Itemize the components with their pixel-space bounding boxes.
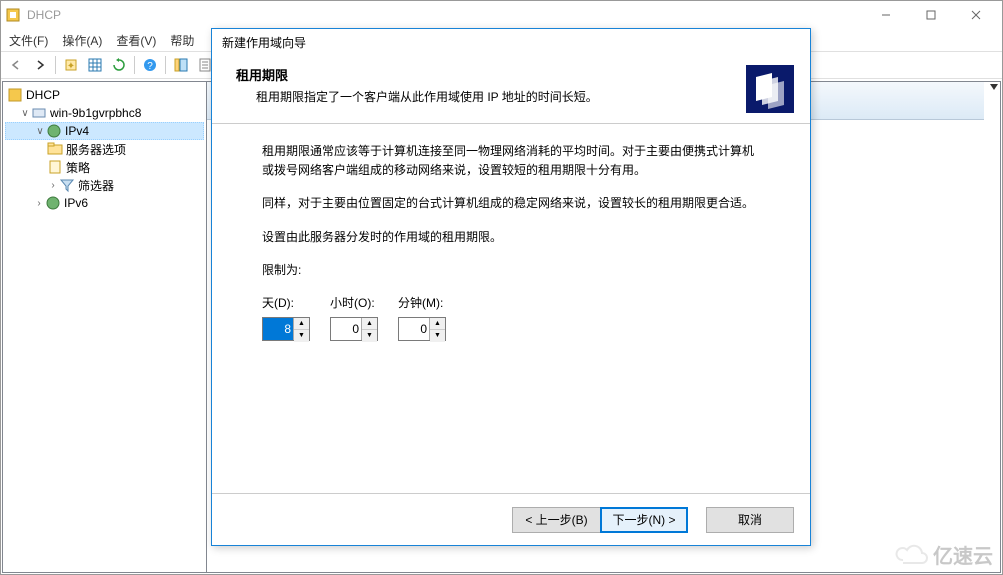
nav-forward-icon[interactable] bbox=[29, 54, 51, 76]
cancel-button[interactable]: 取消 bbox=[706, 507, 794, 533]
wizard-titlebar[interactable]: 新建作用域向导 bbox=[212, 29, 810, 55]
expand-icon[interactable]: › bbox=[47, 180, 59, 191]
toolbar-refresh-icon[interactable] bbox=[108, 54, 130, 76]
server-icon bbox=[31, 105, 47, 121]
collapse-icon[interactable]: ∨ bbox=[34, 126, 46, 137]
spin-down-icon[interactable]: ▼ bbox=[362, 330, 377, 341]
toolbar-grid-icon[interactable] bbox=[84, 54, 106, 76]
tree-ipv4-label: IPv4 bbox=[65, 124, 89, 138]
watermark: 亿速云 bbox=[895, 540, 993, 569]
new-scope-wizard-dialog: 新建作用域向导 租用期限 租用期限指定了一个客户端从此作用域使用 IP 地址的时… bbox=[211, 28, 811, 546]
tree-ipv6[interactable]: › IPv6 bbox=[5, 194, 204, 212]
window-controls bbox=[863, 1, 998, 29]
close-button[interactable] bbox=[953, 1, 998, 29]
tree-policy[interactable]: 策略 bbox=[5, 158, 204, 176]
tree-server-label: win-9b1gvrpbhc8 bbox=[50, 106, 141, 120]
toolbar-layout-icon[interactable] bbox=[170, 54, 192, 76]
svg-text:✦: ✦ bbox=[67, 61, 75, 72]
days-label: 天(D): bbox=[262, 294, 310, 313]
tree-server-options-label: 服务器选项 bbox=[66, 141, 126, 158]
tree-filter[interactable]: › 筛选器 bbox=[5, 176, 204, 194]
dhcp-app-icon bbox=[5, 7, 21, 23]
wizard-footer: < 上一步(B) 下一步(N) > 取消 bbox=[212, 493, 810, 545]
wizard-header-desc: 租用期限指定了一个客户端从此作用域使用 IP 地址的时间长短。 bbox=[236, 88, 746, 105]
toolbar-help-icon[interactable]: ? bbox=[139, 54, 161, 76]
next-button[interactable]: 下一步(N) > bbox=[600, 507, 688, 533]
menu-view[interactable]: 查看(V) bbox=[116, 32, 156, 49]
tree-ipv4[interactable]: ∨ IPv4 bbox=[5, 122, 204, 140]
menu-action[interactable]: 操作(A) bbox=[62, 32, 102, 49]
minutes-spinner[interactable]: ▲ ▼ bbox=[398, 317, 446, 341]
expand-icon[interactable]: › bbox=[33, 198, 45, 209]
tree-server-options[interactable]: 服务器选项 bbox=[5, 140, 204, 158]
policy-icon bbox=[47, 159, 63, 175]
wizard-header-title: 租用期限 bbox=[236, 65, 746, 84]
hours-label: 小时(O): bbox=[330, 294, 378, 313]
wizard-paragraph-2: 同样，对于主要由位置固定的台式计算机组成的稳定网络来说，设置较长的租用期限更合适… bbox=[262, 194, 760, 213]
wizard-limit-label: 限制为: bbox=[262, 261, 760, 280]
spin-up-icon[interactable]: ▲ bbox=[362, 318, 377, 330]
ipv6-icon bbox=[45, 195, 61, 211]
spin-up-icon[interactable]: ▲ bbox=[294, 318, 309, 330]
wizard-header: 租用期限 租用期限指定了一个客户端从此作用域使用 IP 地址的时间长短。 bbox=[212, 55, 810, 124]
spin-up-icon[interactable]: ▲ bbox=[430, 318, 445, 330]
spin-down-icon[interactable]: ▼ bbox=[294, 330, 309, 341]
wizard-paragraph-3: 设置由此服务器分发时的作用域的租用期限。 bbox=[262, 228, 760, 247]
minutes-label: 分钟(M): bbox=[398, 294, 446, 313]
filter-icon bbox=[59, 177, 75, 193]
folder-icon bbox=[47, 141, 63, 157]
menu-file[interactable]: 文件(F) bbox=[9, 32, 48, 49]
days-spinner[interactable]: ▲ ▼ bbox=[262, 317, 310, 341]
wizard-banner-icon bbox=[746, 65, 794, 113]
spin-down-icon[interactable]: ▼ bbox=[430, 330, 445, 341]
tree-root-label: DHCP bbox=[26, 88, 60, 102]
wizard-paragraph-1: 租用期限通常应该等于计算机连接至同一物理网络消耗的平均时间。对于主要由便携式计算… bbox=[262, 142, 760, 180]
dhcp-icon bbox=[7, 87, 23, 103]
tree-policy-label: 策略 bbox=[66, 159, 90, 176]
hours-input[interactable] bbox=[331, 318, 361, 340]
tree-filter-label: 筛选器 bbox=[78, 177, 114, 194]
back-button[interactable]: < 上一步(B) bbox=[512, 507, 600, 533]
tree-panel[interactable]: DHCP ∨ win-9b1gvrpbhc8 ∨ IPv4 服务器选项 策略 bbox=[2, 81, 207, 573]
ipv4-icon bbox=[46, 123, 62, 139]
svg-text:?: ? bbox=[147, 61, 153, 72]
days-input[interactable] bbox=[263, 318, 293, 340]
toolbar-add-icon[interactable]: ✦ bbox=[60, 54, 82, 76]
wizard-window-title: 新建作用域向导 bbox=[222, 34, 306, 51]
tree-ipv6-label: IPv6 bbox=[64, 196, 88, 210]
menu-help[interactable]: 帮助 bbox=[170, 32, 194, 49]
minutes-input[interactable] bbox=[399, 318, 429, 340]
hours-spinner[interactable]: ▲ ▼ bbox=[330, 317, 378, 341]
collapse-icon[interactable]: ∨ bbox=[19, 108, 31, 119]
wizard-body: 租用期限通常应该等于计算机连接至同一物理网络消耗的平均时间。对于主要由便携式计算… bbox=[212, 124, 810, 493]
lease-duration-inputs: 天(D): ▲ ▼ 小时(O): ▲ ▼ bbox=[262, 294, 760, 341]
tree-server[interactable]: ∨ win-9b1gvrpbhc8 bbox=[5, 104, 204, 122]
main-titlebar: DHCP bbox=[1, 1, 1002, 29]
watermark-text: 亿速云 bbox=[933, 540, 993, 569]
tree-root-dhcp[interactable]: DHCP bbox=[5, 86, 204, 104]
maximize-button[interactable] bbox=[908, 1, 953, 29]
minimize-button[interactable] bbox=[863, 1, 908, 29]
nav-back-icon[interactable] bbox=[5, 54, 27, 76]
main-window-title: DHCP bbox=[27, 8, 863, 22]
